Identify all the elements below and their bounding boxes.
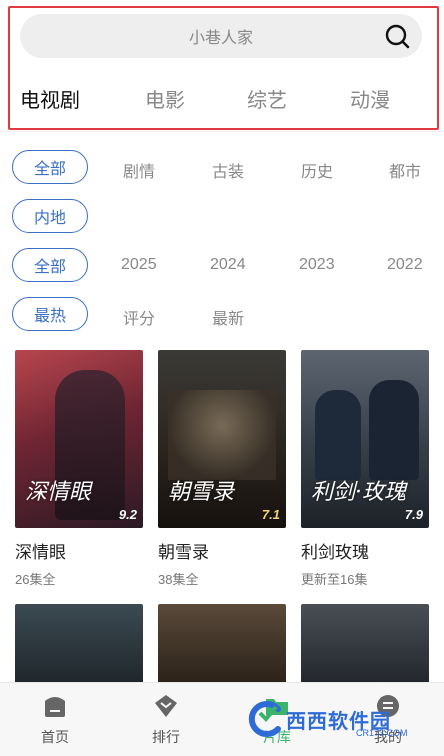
search-icon[interactable] (384, 23, 410, 49)
poster-title-text: 朝雪录 (168, 480, 235, 505)
poster-title-text: 利剑·玫瑰 (311, 480, 406, 505)
show-episodes: 38集全 (158, 572, 199, 587)
category-tabs: 电视剧 电影 综艺 动漫 (0, 76, 444, 120)
poster-title-text: 深情眼 (25, 480, 92, 505)
sort-option[interactable]: 最新 (212, 305, 244, 329)
show-episodes: 26集全 (15, 572, 56, 587)
rank-icon (155, 695, 177, 717)
show-poster[interactable]: 利剑·玫瑰 7.9 (301, 350, 429, 528)
year-option[interactable]: 2025 (121, 256, 157, 274)
year-option[interactable]: 2022 (387, 256, 423, 274)
search-bar[interactable]: 小巷人家 (20, 14, 422, 58)
watermark-logo-icon (248, 701, 281, 737)
genre-option[interactable]: 都市 (389, 158, 421, 182)
tab-movies[interactable]: 电影 (145, 84, 185, 113)
tab-variety[interactable]: 综艺 (247, 84, 287, 113)
show-card[interactable]: 朝雪录 7.1 朝雪录 38集全 (158, 350, 286, 588)
tab-anime[interactable]: 动漫 (350, 84, 390, 113)
rating-badge: 7.9 (404, 507, 423, 522)
show-card[interactable]: 利剑·玫瑰 7.9 利剑玫瑰 更新至16集 (301, 350, 429, 588)
nav-rank-label: 排行 (152, 729, 180, 745)
rating-badge: 7.1 (261, 507, 280, 522)
sort-filter-row: 最热 评分 最新 (0, 297, 444, 333)
show-title: 深情眼 (15, 543, 66, 562)
year-filter-row: 全部 2025 2024 2023 2022 (0, 248, 444, 284)
site-watermark: 西西软件园 CR173.COM (246, 694, 426, 744)
sort-chip-selected[interactable]: 最热 (12, 297, 88, 331)
show-episodes: 更新至16集 (301, 572, 368, 587)
show-title: 利剑玫瑰 (301, 543, 369, 562)
genre-option[interactable]: 剧情 (123, 158, 155, 182)
show-poster[interactable]: 深情眼 9.2 (15, 350, 143, 528)
show-title: 朝雪录 (158, 543, 209, 562)
region-chip-selected[interactable]: 内地 (12, 199, 88, 233)
year-option[interactable]: 2023 (299, 256, 335, 274)
nav-home-label: 首页 (41, 729, 69, 745)
genre-option[interactable]: 古装 (212, 158, 244, 182)
genre-filter-row: 全部 剧情 古装 历史 都市 (0, 150, 444, 186)
tab-tv-series[interactable]: 电视剧 (20, 84, 80, 113)
show-poster[interactable] (15, 604, 143, 684)
rating-badge: 9.2 (118, 507, 137, 522)
year-chip-selected[interactable]: 全部 (12, 248, 88, 282)
watermark-subtext: CR173.COM (356, 728, 408, 738)
show-poster[interactable] (301, 604, 429, 684)
region-filter-row: 内地 (0, 199, 444, 235)
sort-option[interactable]: 评分 (123, 305, 155, 329)
header-divider (0, 131, 444, 132)
genre-option[interactable]: 历史 (301, 158, 333, 182)
show-poster[interactable]: 朝雪录 7.1 (158, 350, 286, 528)
genre-chip-selected[interactable]: 全部 (12, 150, 88, 184)
home-icon (45, 697, 65, 717)
show-card[interactable]: 深情眼 9.2 深情眼 26集全 (15, 350, 143, 588)
year-option[interactable]: 2024 (210, 256, 246, 274)
nav-rank[interactable]: 排行 (136, 693, 196, 747)
show-poster[interactable] (158, 604, 286, 684)
search-placeholder: 小巷人家 (188, 30, 253, 47)
nav-home[interactable]: 首页 (25, 693, 85, 747)
